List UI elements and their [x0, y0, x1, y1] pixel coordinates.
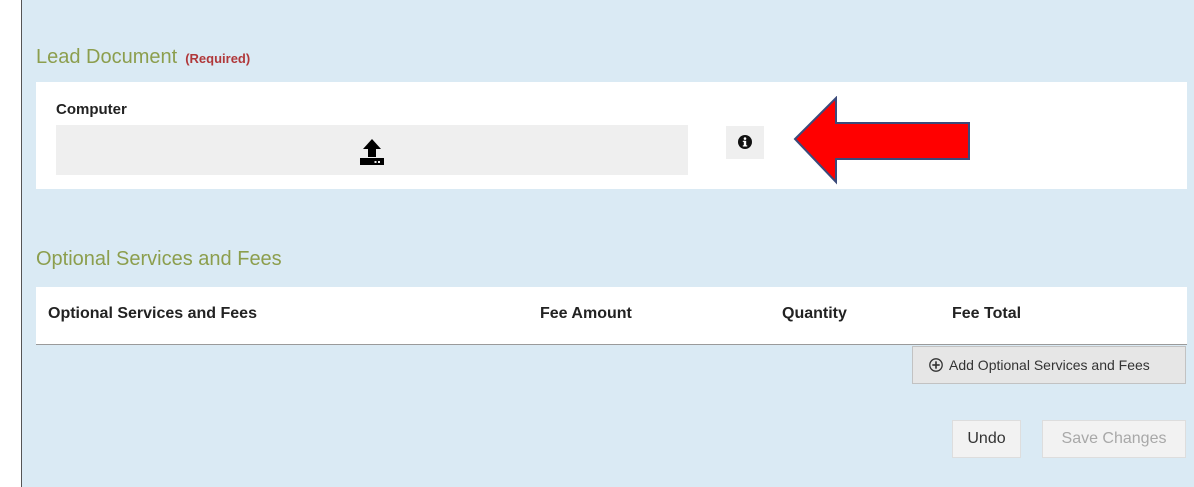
lead-document-title-text: Lead Document [36, 46, 178, 68]
left-border [0, 0, 22, 487]
plus-circle-icon [929, 358, 943, 372]
required-label: (Required) [185, 51, 251, 66]
undo-button[interactable]: Undo [952, 420, 1021, 458]
column-header-fee-amount: Fee Amount [540, 305, 632, 322]
add-optional-services-content: Add Optional Services and Fees [929, 357, 1150, 373]
column-header-fee-total: Fee Total [952, 305, 1022, 322]
add-optional-services-label: Add Optional Services and Fees [949, 357, 1150, 373]
computer-label: Computer [56, 101, 127, 118]
column-header-quantity: Quantity [782, 305, 847, 322]
upload-dropzone[interactable] [56, 125, 688, 175]
filing-panel: Lead Document (Required) Computer Optiona… [22, 0, 1194, 487]
fees-table-header: Optional Services and Fees Fee Amount Qu… [36, 287, 1187, 345]
save-changes-button[interactable]: Save Changes [1042, 420, 1186, 458]
info-icon[interactable] [738, 135, 752, 149]
add-optional-services-button[interactable]: Add Optional Services and Fees [912, 346, 1186, 384]
lead-document-box: Computer [36, 82, 1187, 189]
upload-icon[interactable] [357, 137, 387, 167]
optional-services-title: Optional Services and Fees [36, 248, 282, 270]
info-button[interactable] [726, 126, 764, 159]
column-header-service: Optional Services and Fees [48, 305, 257, 322]
lead-document-title: Lead Document (Required) [36, 46, 250, 69]
red-arrow-annotation [793, 96, 970, 185]
